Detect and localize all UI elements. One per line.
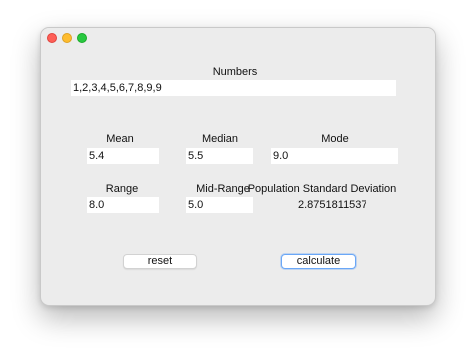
- median-field[interactable]: 5.5: [186, 148, 253, 164]
- range-label: Range: [105, 183, 139, 195]
- population-std-dev-field[interactable]: 2.8751811537: [298, 197, 366, 213]
- mode-field[interactable]: 9.0: [271, 148, 398, 164]
- title-bar: [41, 28, 435, 48]
- mode-label: Mode: [321, 133, 349, 145]
- calculate-button[interactable]: calculate: [281, 254, 356, 269]
- mid-range-label: Mid-Range: [196, 183, 250, 195]
- median-label: Median: [201, 133, 239, 145]
- reset-button[interactable]: reset: [123, 254, 197, 269]
- mid-range-field[interactable]: 5.0: [186, 197, 253, 213]
- maximize-window-button[interactable]: [77, 33, 87, 43]
- mean-label: Mean: [106, 133, 134, 145]
- app-window: Numbers 1,2,3,4,5,6,7,8,9,9 Mean Median …: [40, 27, 436, 306]
- minimize-window-button[interactable]: [62, 33, 72, 43]
- population-std-dev-label: Population Standard Deviation: [247, 183, 397, 195]
- close-window-button[interactable]: [47, 33, 57, 43]
- numbers-input[interactable]: 1,2,3,4,5,6,7,8,9,9: [71, 80, 396, 96]
- range-field[interactable]: 8.0: [87, 197, 159, 213]
- mean-field[interactable]: 5.4: [87, 148, 159, 164]
- numbers-label: Numbers: [212, 66, 258, 78]
